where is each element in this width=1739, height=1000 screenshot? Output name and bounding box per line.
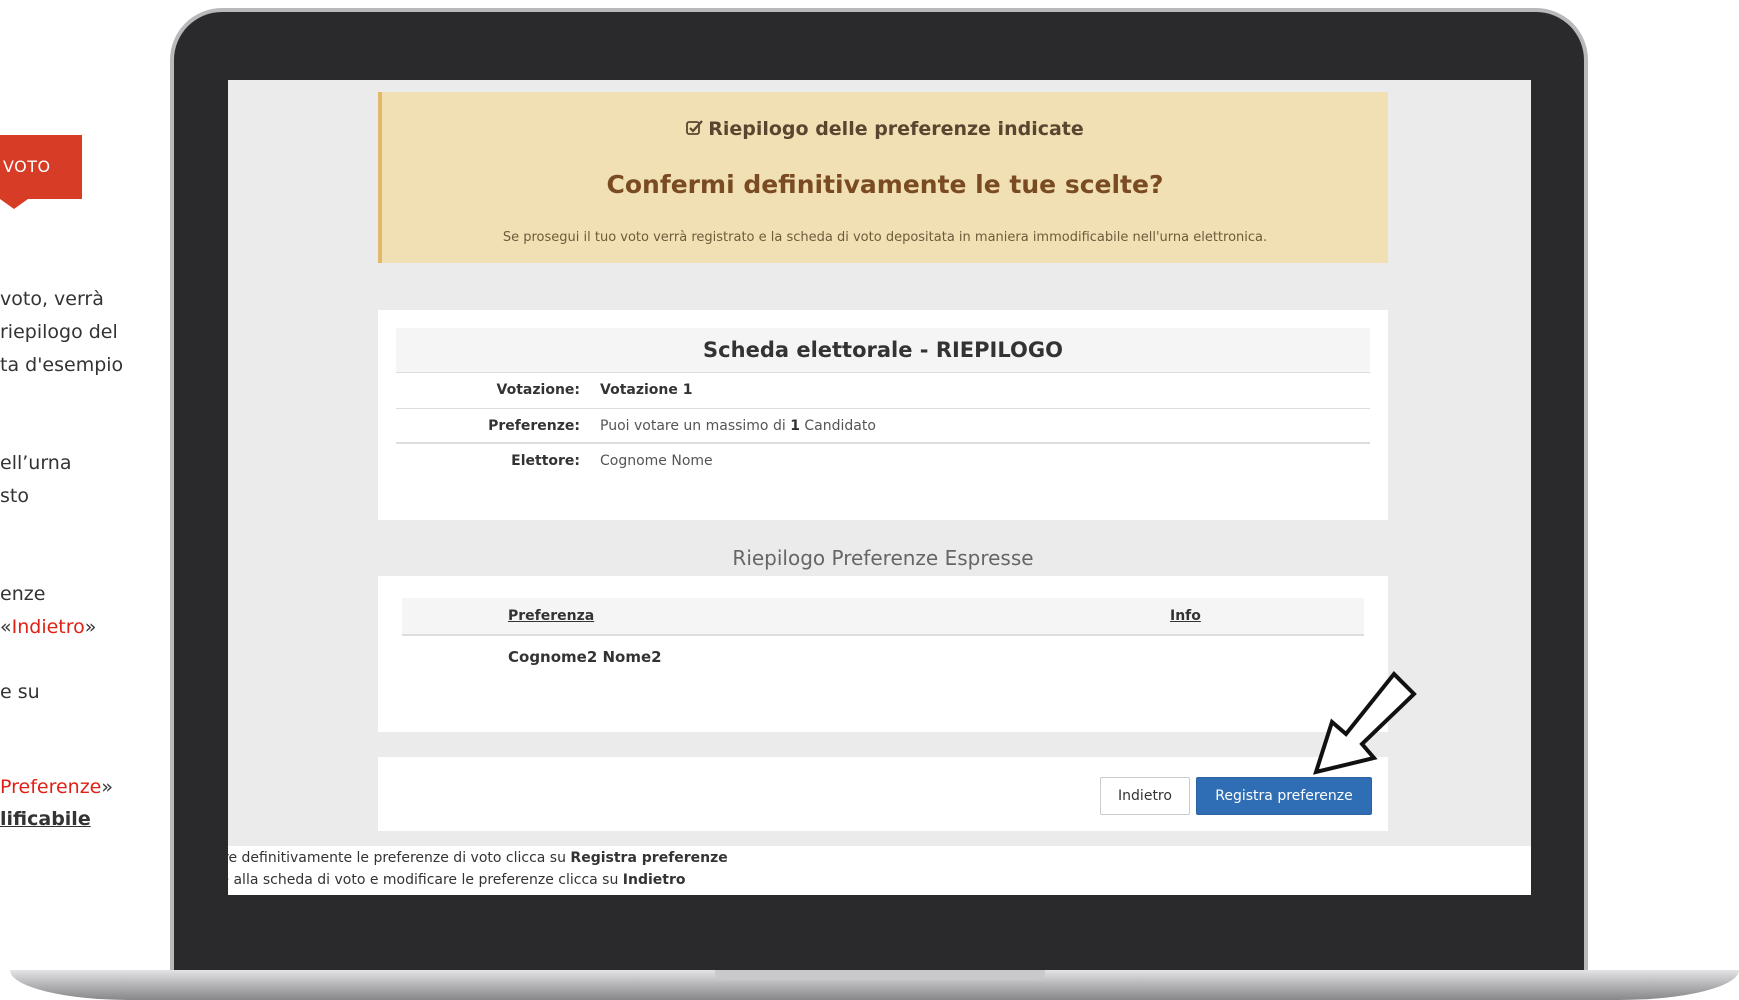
confirm-alert: Riepilogo delle preferenze indicate Conf…	[378, 92, 1388, 263]
instruction-line: ta d'esempio	[0, 354, 124, 376]
help-text: istrare definitivamente le preferenze di…	[228, 846, 1531, 895]
vote-tag-tail	[0, 199, 28, 209]
preference-name: Cognome2 Nome2	[508, 648, 662, 666]
help-line-back: rnare alla scheda di voto e modificare l…	[228, 872, 686, 888]
check-square-icon	[686, 120, 704, 135]
column-header-preferenza[interactable]: Preferenza	[508, 608, 594, 624]
immodificabile-emphasis: lificabile	[0, 808, 91, 830]
arrow-cursor-icon	[1313, 671, 1417, 775]
scheda-title: Scheda elettorale - RIEPILOGO	[396, 328, 1370, 372]
preferenze-highlight: Preferenze	[0, 776, 102, 798]
confirm-question: Confermi definitivamente le tue scelte?	[606, 170, 1164, 199]
instruction-line: lificabile	[0, 803, 91, 835]
votazione-label: Votazione:	[496, 382, 580, 398]
vote-tag-label: VOTO	[3, 157, 51, 176]
instruction-line: ell’urna	[0, 452, 72, 474]
confirm-note: Se prosegui il tuo voto verrà registrato…	[502, 230, 1268, 245]
actions-card: Indietro Registra preferenze	[378, 757, 1388, 831]
preferences-table-header: Preferenza Info	[402, 598, 1364, 636]
instruction-line: sto	[0, 485, 29, 507]
instruction-line: Preferenze»	[0, 776, 113, 798]
column-header-info[interactable]: Info	[1170, 608, 1201, 624]
votazione-value: Votazione 1	[600, 382, 693, 398]
instruction-line: e su	[0, 681, 40, 703]
info-row-elettore: Elettore: Cognome Nome	[396, 444, 1370, 480]
register-preferences-button[interactable]: Registra preferenze	[1196, 777, 1372, 815]
info-row-votazione: Votazione: Votazione 1	[396, 372, 1370, 408]
instruction-line: enze	[0, 583, 46, 605]
help-line-register: istrare definitivamente le preferenze di…	[228, 850, 728, 866]
back-button[interactable]: Indietro	[1100, 777, 1190, 815]
preferences-table-card: Preferenza Info Cognome2 Nome2	[378, 576, 1388, 732]
preferenze-value: Puoi votare un massimo di 1 Candidato	[600, 418, 876, 434]
indietro-highlight: Indietro	[11, 616, 85, 638]
preferenze-label: Preferenze:	[488, 418, 580, 434]
confirm-heading-text: Riepilogo delle preferenze indicate	[708, 118, 1084, 140]
espresse-title: Riepilogo Preferenze Espresse	[732, 546, 1034, 570]
instruction-panel: VOTO voto, verrà riepilogo del ta d'esem…	[0, 0, 175, 1000]
laptop-notch	[715, 970, 1045, 980]
table-row: Cognome2 Nome2	[402, 636, 1364, 676]
elettore-value: Cognome Nome	[600, 453, 713, 469]
instruction-line: «Indietro»	[0, 616, 97, 638]
vote-tag: VOTO	[0, 135, 82, 209]
info-row-preferenze: Preferenze: Puoi votare un massimo di 1 …	[396, 408, 1370, 444]
scheda-summary-card: Scheda elettorale - RIEPILOGO Votazione:…	[378, 310, 1388, 520]
elettore-label: Elettore:	[511, 453, 580, 469]
confirm-heading: Riepilogo delle preferenze indicate	[382, 118, 1388, 140]
instruction-line: riepilogo del	[0, 321, 118, 343]
instruction-line: voto, verrà	[0, 288, 104, 310]
